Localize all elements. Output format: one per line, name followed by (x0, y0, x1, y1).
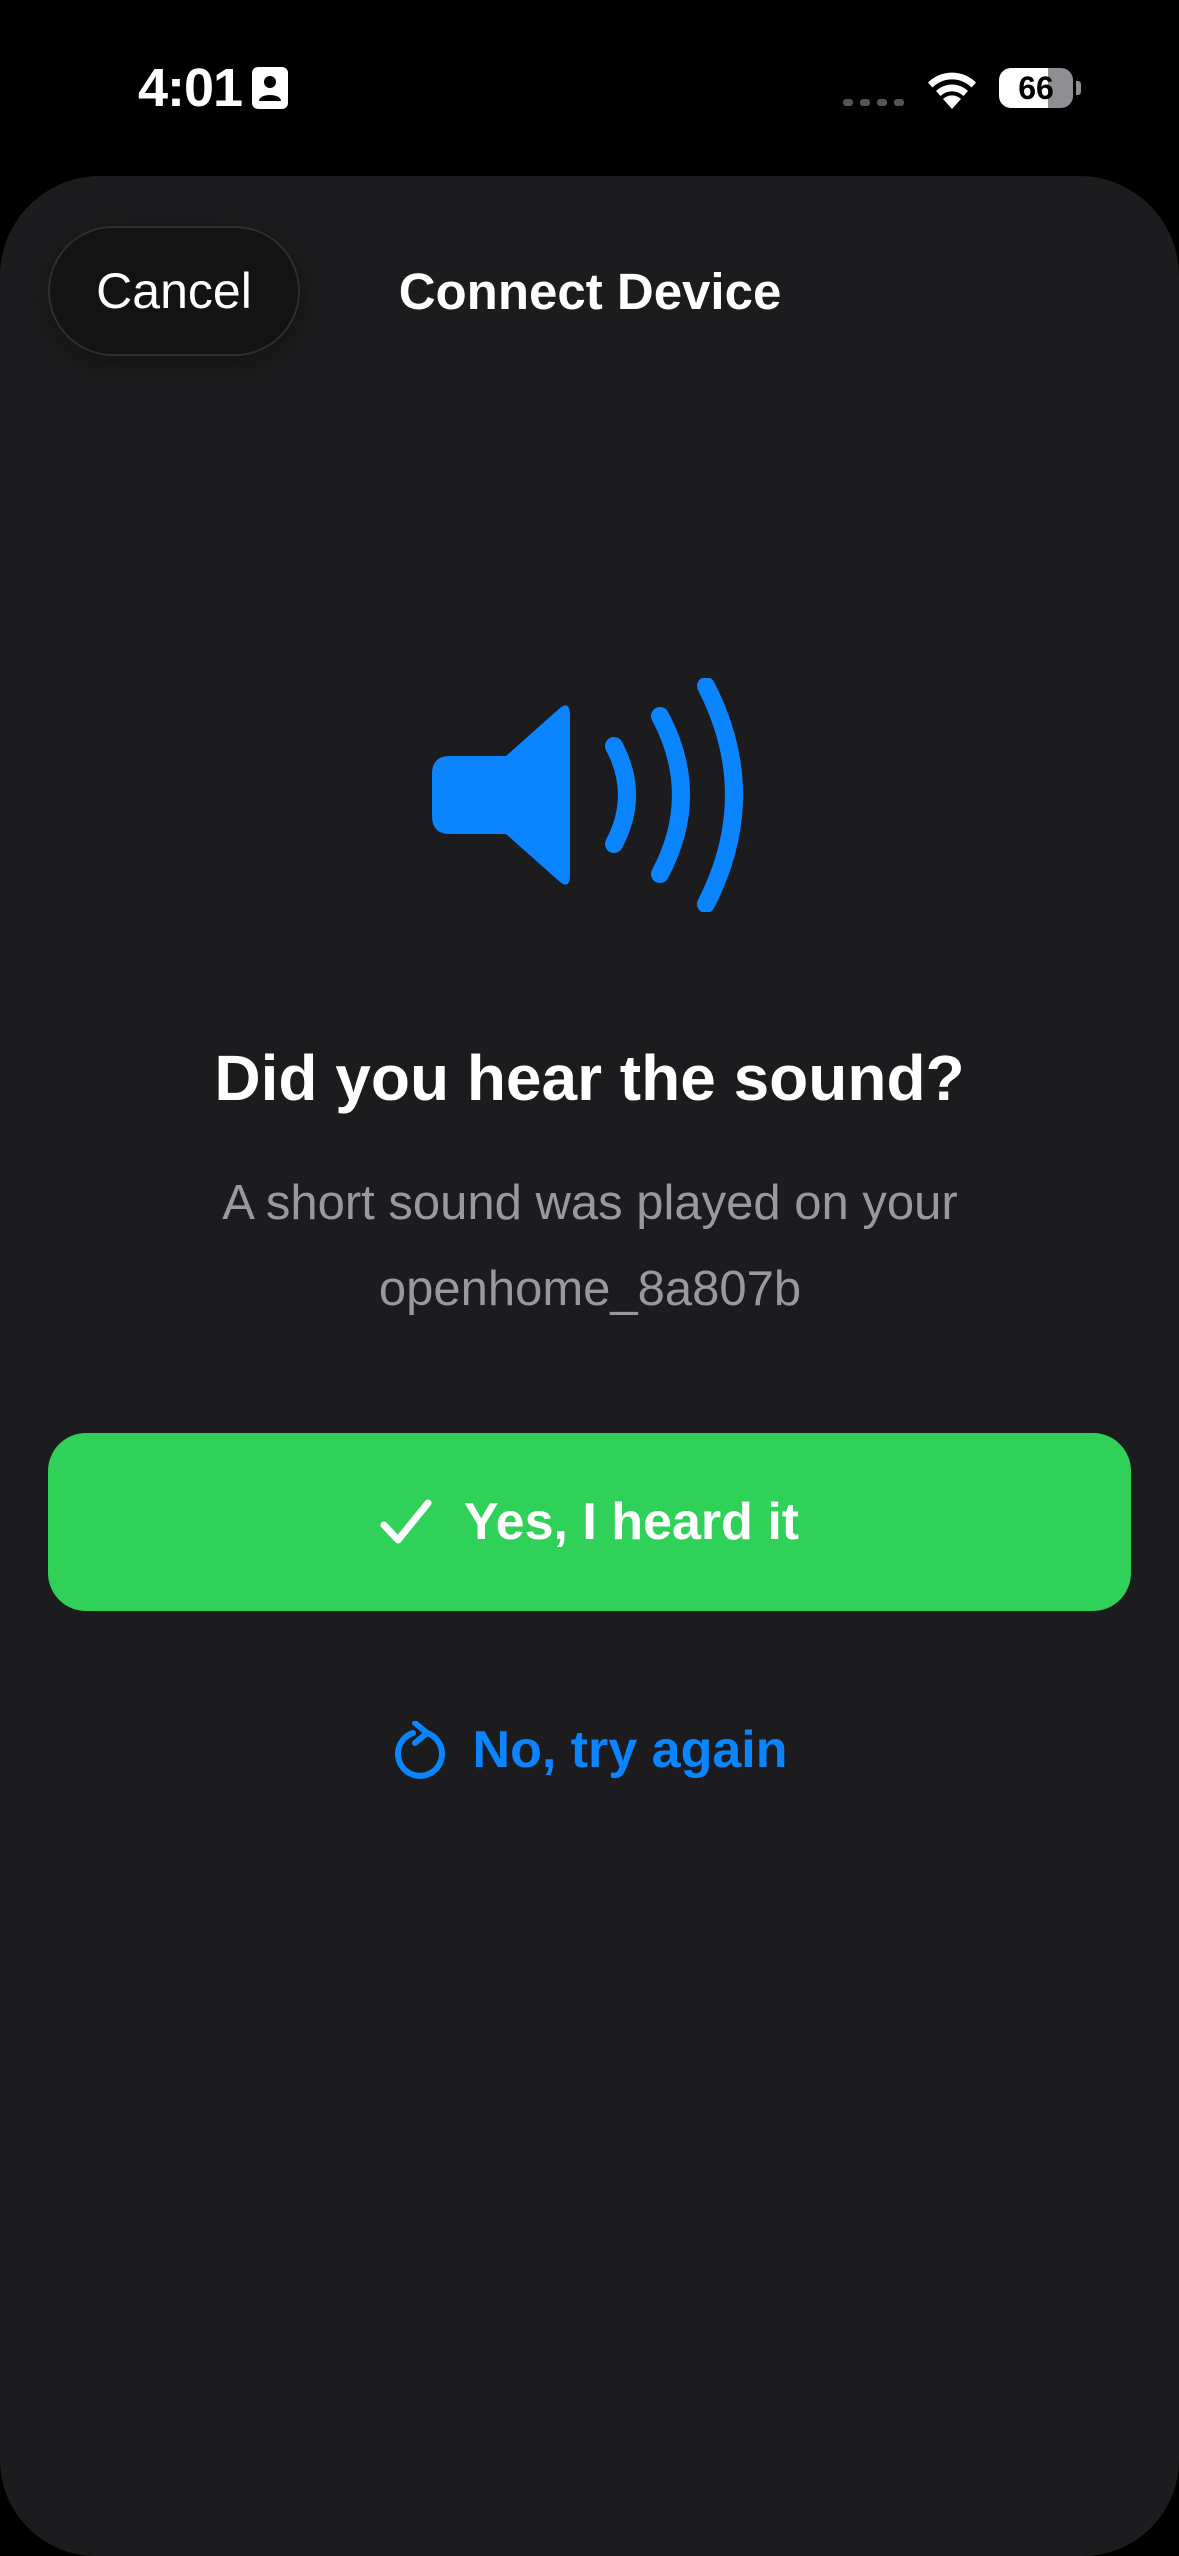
confirm-heard-button[interactable]: Yes, I heard it (48, 1433, 1131, 1611)
cellular-signal-icon (843, 99, 904, 106)
speaker-wave-icon (432, 678, 743, 912)
status-bar: 4:01 66 (0, 0, 1179, 175)
cancel-button[interactable]: Cancel (48, 226, 300, 356)
wifi-icon (928, 72, 976, 109)
try-again-label: No, try again (472, 1721, 788, 1779)
battery-icon: 66 (999, 68, 1081, 108)
battery-body: 66 (999, 68, 1073, 108)
battery-cap (1076, 81, 1081, 95)
confirm-heard-label: Yes, I heard it (463, 1493, 800, 1551)
try-again-button[interactable]: No, try again (380, 1700, 800, 1800)
device-name: openhome_8a807b (378, 1262, 802, 1316)
question-title: Did you hear the sound? (214, 1042, 965, 1114)
description-line-1: A short sound was played on your (222, 1176, 958, 1230)
connect-device-sheet: Cancel Connect Device (0, 176, 1179, 2556)
contact-card-icon (252, 67, 288, 109)
retry-icon (394, 1721, 445, 1779)
sound-description: A short sound was played on your openhom… (140, 1160, 1040, 1332)
checkmark-icon (380, 1499, 432, 1544)
status-time: 4:01 (138, 58, 243, 118)
sheet-title: Connect Device (398, 263, 782, 320)
battery-level-text: 66 (1018, 70, 1054, 106)
